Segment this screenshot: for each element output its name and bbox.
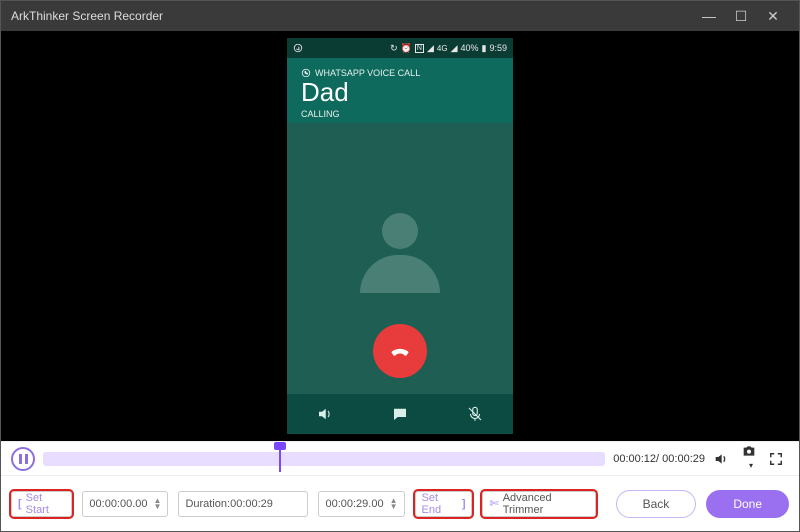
pause-icon [19, 454, 28, 464]
playhead[interactable] [279, 446, 281, 472]
end-call-button[interactable] [373, 324, 427, 378]
nfc-icon: N [415, 44, 424, 53]
done-label: Done [733, 497, 762, 511]
current-time: 00:00:12 [613, 453, 656, 465]
back-label: Back [643, 497, 670, 511]
titlebar: ArkThinker Screen Recorder — ☐ ✕ [1, 1, 799, 31]
stepper-arrows-icon[interactable]: ▲▼ [390, 498, 398, 510]
set-start-button[interactable]: [ Set Start [11, 491, 72, 517]
set-end-label: Set End [422, 492, 458, 516]
volume-icon [713, 451, 729, 467]
time-readout: 00:00:12/ 00:00:29 [613, 453, 705, 465]
voice-call-label: WHATSAPP VOICE CALL [315, 68, 420, 78]
contact-name: Dad [301, 78, 499, 107]
bracket-start-icon: [ [18, 498, 22, 510]
speaker-icon [316, 405, 334, 423]
duration-value: Duration:00:00:29 [185, 498, 272, 510]
bracket-end-icon: ] [462, 498, 466, 510]
end-time-field[interactable]: 00:00:29.00 ▲▼ [318, 491, 404, 517]
advanced-trimmer-button[interactable]: ✄ Advanced Trimmer [482, 491, 595, 517]
timeline-track[interactable] [43, 452, 605, 466]
scissors-icon: ✄ [489, 497, 498, 510]
signal-bars-icon: ◢ [451, 43, 458, 54]
network-icon: 4G [437, 44, 448, 53]
battery-text: 40% [461, 43, 479, 53]
whatsapp-icon [301, 68, 311, 78]
snapshot-button[interactable]: ▾ [741, 443, 761, 475]
battery-icon: ▮ [482, 43, 487, 54]
chat-icon [391, 405, 409, 423]
call-status: CALLING [301, 109, 499, 119]
app-title: ArkThinker Screen Recorder [11, 9, 693, 23]
camera-icon [741, 443, 757, 459]
chat-button[interactable] [362, 394, 437, 434]
start-time-field[interactable]: 00:00:00.00 ▲▼ [82, 491, 168, 517]
set-start-label: Set Start [26, 492, 66, 516]
close-button[interactable]: ✕ [757, 8, 789, 25]
stepper-arrows-icon[interactable]: ▲▼ [154, 498, 162, 510]
start-time-value: 00:00:00.00 [89, 498, 147, 510]
fullscreen-button[interactable] [769, 452, 789, 466]
clock-text: 9:59 [489, 43, 507, 53]
preview-area: ↻ ⏰ N ◢ 4G ◢ 40% ▮ 9:59 WHATSAPP VOICE C… [1, 31, 799, 441]
controls-row: [ Set Start 00:00:00.00 ▲▼ Duration:00:0… [1, 475, 799, 531]
alarm-icon: ⏰ [401, 43, 412, 54]
total-time: 00:00:29 [662, 453, 705, 465]
call-footer [287, 394, 513, 434]
signal-icon: ◢ [427, 43, 434, 54]
speaker-button[interactable] [287, 394, 362, 434]
mic-off-icon [466, 405, 484, 423]
sync-icon: ↻ [390, 43, 398, 54]
pause-button[interactable] [11, 447, 35, 471]
volume-button[interactable] [713, 451, 733, 467]
done-button[interactable]: Done [706, 490, 789, 518]
fullscreen-icon [769, 452, 783, 466]
whatsapp-indicator-icon [293, 43, 303, 53]
duration-field[interactable]: Duration:00:00:29 [178, 491, 308, 517]
avatar-placeholder-icon [355, 213, 445, 303]
phone-status-bar: ↻ ⏰ N ◢ 4G ◢ 40% ▮ 9:59 [287, 38, 513, 58]
call-body [287, 123, 513, 394]
advanced-trimmer-label: Advanced Trimmer [503, 492, 589, 516]
mute-button[interactable] [438, 394, 513, 434]
set-end-button[interactable]: Set End ] [415, 491, 473, 517]
maximize-button[interactable]: ☐ [725, 8, 757, 25]
timeline-row: 00:00:12/ 00:00:29 ▾ [1, 441, 799, 475]
call-header: WHATSAPP VOICE CALL Dad CALLING [287, 58, 513, 123]
back-button[interactable]: Back [616, 490, 697, 518]
minimize-button[interactable]: — [693, 8, 725, 24]
end-time-value: 00:00:29.00 [325, 498, 383, 510]
phone-hangup-icon [387, 338, 413, 364]
phone-screen: ↻ ⏰ N ◢ 4G ◢ 40% ▮ 9:59 WHATSAPP VOICE C… [287, 38, 513, 434]
